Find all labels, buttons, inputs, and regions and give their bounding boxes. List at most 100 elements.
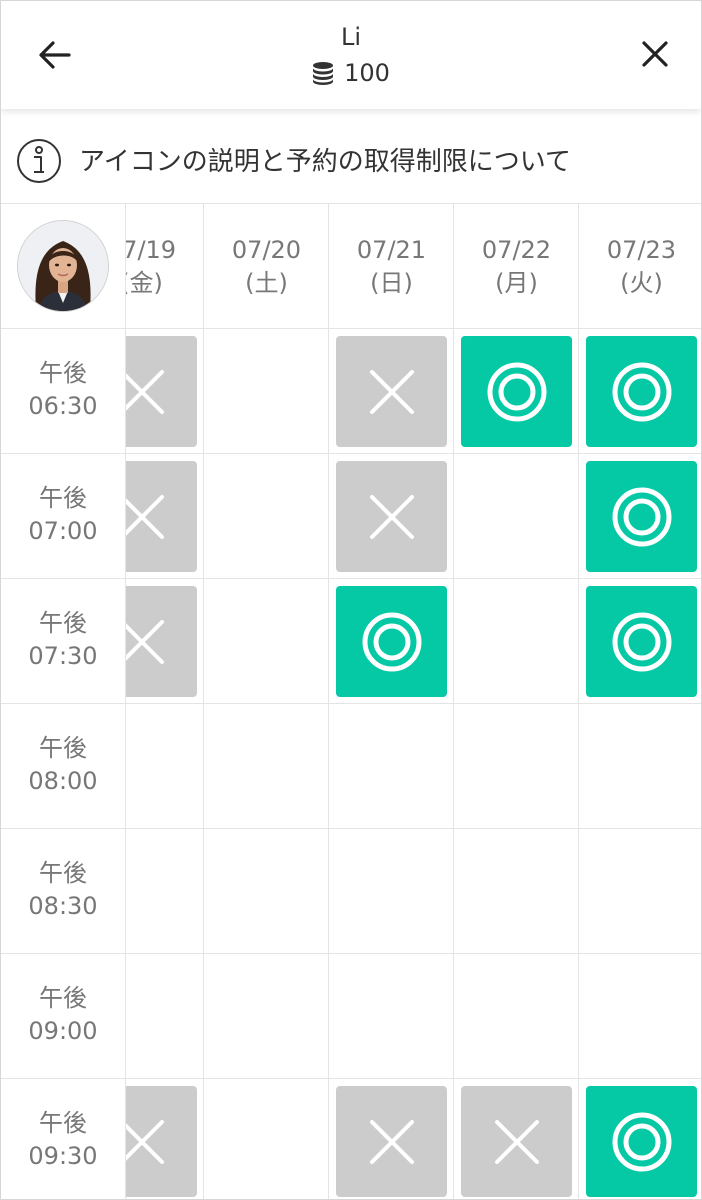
time-slot [454,454,579,579]
time-label-text: 午後 07:30 [1,607,125,673]
day-date: 07/20 [231,236,302,264]
unavailable-icon [494,1119,539,1164]
time-slot [329,454,454,579]
day-column: 07/19 (金) [125,204,204,1199]
time-slot[interactable] [579,329,701,454]
time-label: 午後 07:00 [1,454,125,579]
unavailable-slot [336,461,447,572]
day-header-text: 07/19 (金) [125,234,204,300]
unavailable-icon [369,369,414,414]
time-slot[interactable] [454,329,579,454]
time-slot [125,1079,204,1199]
available-slot-button[interactable] [336,586,447,697]
unavailable-slot [125,586,197,697]
coin-stack-icon [312,61,334,91]
day-date: 07/23 [606,236,677,264]
day-date: 07/19 [125,236,177,264]
day-header: 07/22 (月) [454,204,579,329]
available-slot-button[interactable] [586,1086,697,1197]
time-period: 午後 [39,984,87,1012]
time-label-text: 午後 08:30 [1,857,125,923]
unavailable-slot [336,336,447,447]
day-weekday: (火) [620,269,663,297]
available-slot-button[interactable] [586,586,697,697]
available-icon [612,487,671,546]
time-slot [329,954,454,1079]
day-header: 07/23 (火) [579,204,701,329]
available-slot-button[interactable] [461,336,572,447]
close-button[interactable] [631,33,679,77]
available-icon [612,612,671,671]
time-label-text: 午後 09:00 [1,982,125,1048]
day-column: 07/20 (土) [203,204,329,1199]
close-icon [642,41,668,67]
unavailable-icon [125,369,164,414]
day-header: 07/21 (日) [329,204,454,329]
time-slot[interactable] [579,1079,701,1199]
time-value: 07:00 [28,517,98,545]
header: Li 100 [1,1,701,109]
time-slot [125,704,204,829]
time-period: 午後 [39,609,87,637]
time-slot [329,1079,454,1199]
available-icon [612,362,671,421]
time-period: 午後 [39,1109,87,1137]
day-header-text: 07/23 (火) [579,234,701,300]
time-slot [204,329,329,454]
time-slot[interactable] [579,454,701,579]
time-slot [204,704,329,829]
time-slot [454,579,579,704]
time-slot[interactable] [579,579,701,704]
time-slot [329,829,454,954]
day-weekday: (金) [125,269,163,297]
day-column: 07/23 (火) [578,204,701,1199]
time-slot[interactable] [329,579,454,704]
time-slot [204,454,329,579]
time-slot [125,954,204,1079]
day-weekday: (月) [495,269,538,297]
time-label-text: 午後 08:00 [1,732,125,798]
time-label-text: 午後 09:30 [1,1107,125,1173]
unavailable-icon [125,619,164,664]
unavailable-slot [336,1086,447,1197]
avatar-cell [1,204,125,329]
time-slot [454,1079,579,1199]
time-slot [329,329,454,454]
time-value: 09:30 [28,1142,98,1170]
time-label: 午後 06:30 [1,329,125,454]
icon-info-link[interactable]: アイコンの説明と予約の取得制限について [1,115,701,204]
day-column: 07/22 (月) [453,204,579,1199]
time-slot [125,454,204,579]
unavailable-slot [125,336,197,447]
day-date: 07/22 [481,236,552,264]
day-header-text: 07/20 (土) [204,234,329,300]
time-slot [125,329,204,454]
day-header-text: 07/21 (日) [329,234,454,300]
day-column: 07/21 (日) [328,204,454,1199]
time-period: 午後 [39,359,87,387]
time-label: 午後 07:30 [1,579,125,704]
info-text: アイコンの説明と予約の取得制限について [79,147,571,177]
available-slot-button[interactable] [586,461,697,572]
day-header: 07/20 (土) [204,204,329,329]
info-icon [17,139,61,183]
time-slot [125,829,204,954]
time-label: 午後 08:30 [1,829,125,954]
unavailable-slot [125,461,197,572]
time-slot [204,954,329,1079]
time-value: 06:30 [28,392,98,420]
time-period: 午後 [39,484,87,512]
avatar[interactable] [17,220,109,312]
time-slot [454,954,579,1079]
day-date: 07/21 [356,236,427,264]
unavailable-icon [125,1119,164,1164]
time-label-text: 午後 06:30 [1,357,125,423]
time-slot [579,954,701,1079]
time-value: 08:30 [28,892,98,920]
time-label: 午後 09:00 [1,954,125,1079]
schedule-screen: Li 100 アイコンの説明と予約の取得制限について 07 [0,0,702,1200]
available-icon [362,612,421,671]
tutor-name: Li [340,23,362,51]
available-slot-button[interactable] [586,336,697,447]
time-slot [329,704,454,829]
